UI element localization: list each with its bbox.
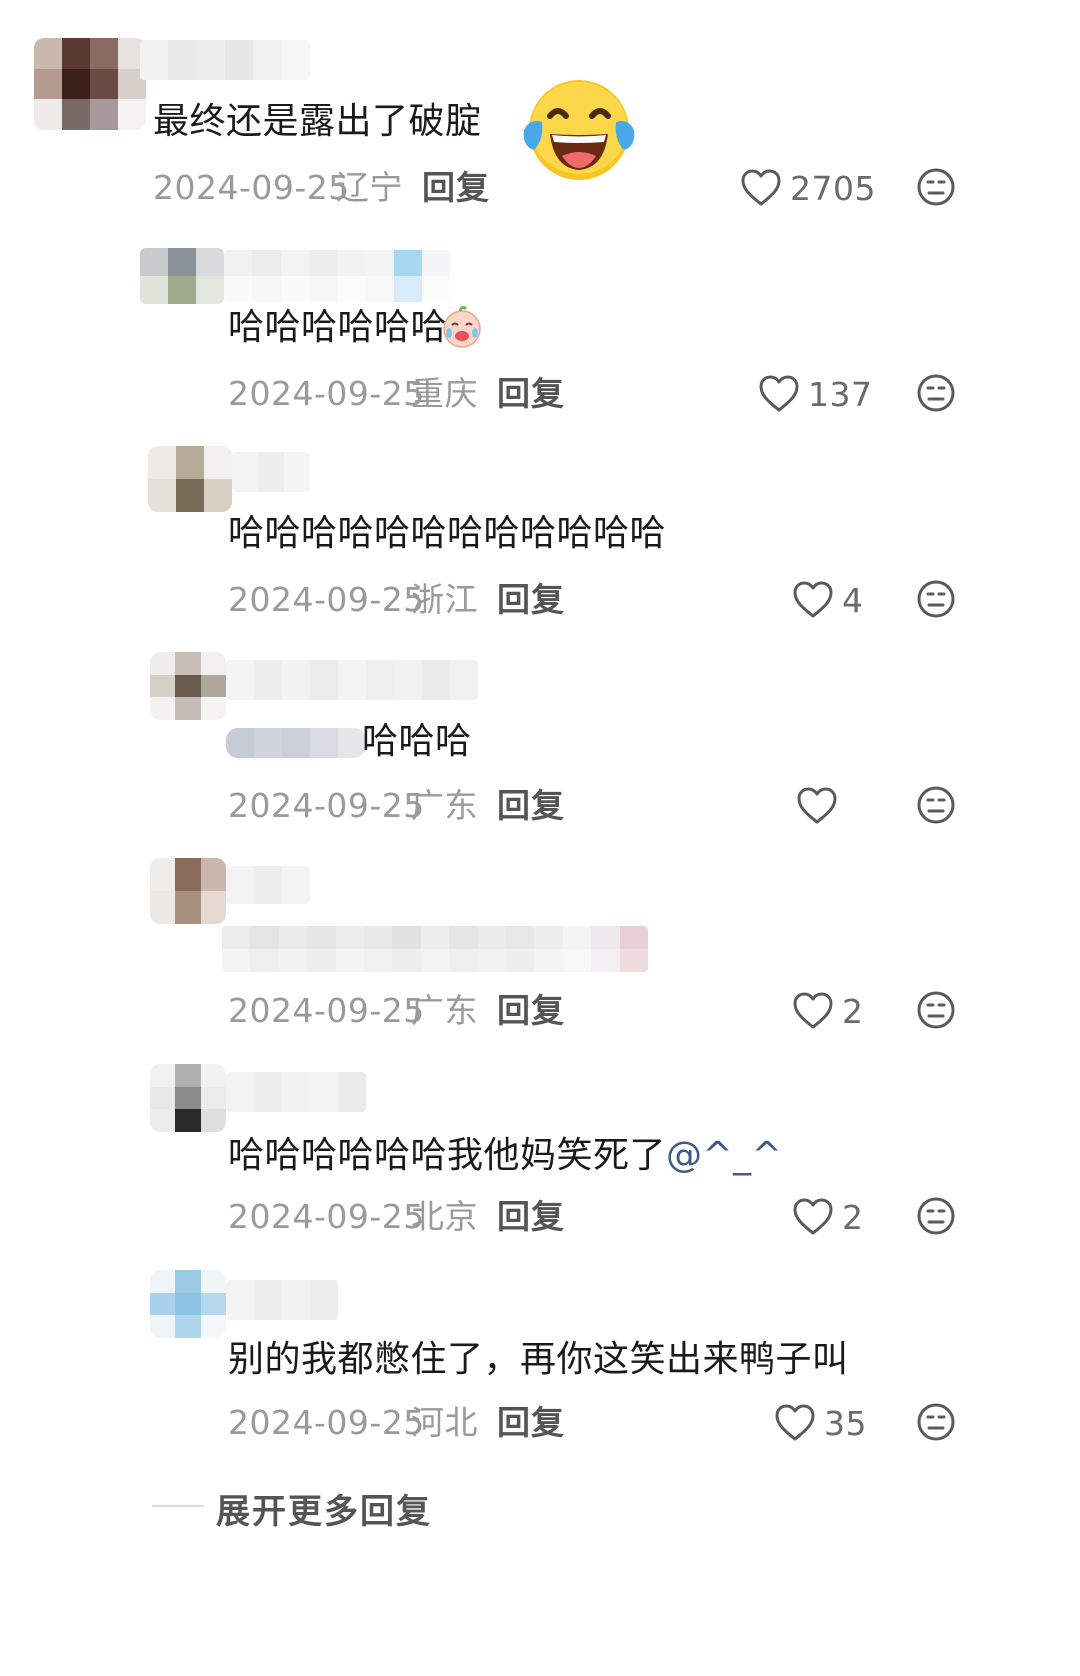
avatar[interactable] — [150, 1270, 226, 1338]
heart-outline-icon — [792, 1197, 834, 1237]
heart-outline-icon — [796, 786, 838, 826]
avatar[interactable] — [140, 248, 224, 304]
like-button[interactable]: 2705 — [740, 166, 876, 210]
like-count: 2 — [842, 991, 864, 1031]
avatar[interactable] — [150, 858, 226, 924]
meh-face-icon[interactable] — [916, 785, 956, 825]
comment-text: 最终还是露出了破腚 — [153, 101, 482, 142]
like-button[interactable] — [796, 784, 846, 828]
reply-button[interactable]: 回复 — [497, 1197, 565, 1237]
avatar[interactable] — [34, 38, 146, 130]
like-count: 2705 — [790, 168, 876, 208]
meh-face-icon[interactable] — [916, 1402, 956, 1442]
meh-face-icon[interactable] — [916, 373, 956, 413]
username-blurred[interactable] — [224, 250, 450, 302]
reply-date: 2024-09-25 — [228, 374, 425, 413]
mention-blurred[interactable] — [226, 728, 366, 758]
expand-more-replies-button[interactable]: 展开更多回复 — [216, 1484, 432, 1533]
reply-date: 2024-09-25 — [228, 1197, 425, 1236]
reply-location: 广东 — [411, 991, 478, 1030]
crying-baby-emoji-icon — [440, 305, 484, 349]
meh-face-icon[interactable] — [916, 1196, 956, 1236]
avatar[interactable] — [148, 446, 232, 512]
tears-of-joy-emoji-icon — [520, 78, 638, 184]
like-button[interactable]: 4 — [792, 578, 864, 622]
reply-button[interactable]: 回复 — [422, 168, 490, 208]
like-button[interactable]: 2 — [792, 989, 864, 1033]
like-button[interactable]: 2 — [792, 1195, 864, 1239]
reply-location: 河北 — [411, 1403, 478, 1442]
reply-text: 哈哈哈哈哈哈哈哈哈哈哈哈 — [228, 513, 667, 554]
like-button[interactable]: 35 — [774, 1401, 867, 1445]
like-count: 2 — [842, 1197, 864, 1237]
reply-text: 哈哈哈 — [362, 721, 472, 762]
meh-face-icon[interactable] — [916, 579, 956, 619]
reply-date: 2024-09-25 — [228, 1403, 425, 1442]
heart-outline-icon — [774, 1403, 816, 1443]
reply-button[interactable]: 回复 — [497, 786, 565, 826]
reply-button[interactable]: 回复 — [497, 580, 565, 620]
heart-outline-icon — [792, 991, 834, 1031]
reply-text: 别的我都憋住了，再你这笑出来鸭子叫 — [228, 1339, 849, 1380]
like-count: 137 — [808, 374, 873, 414]
reply-text-blurred — [222, 926, 648, 972]
username-blurred[interactable] — [226, 660, 478, 700]
comment-location: 辽宁 — [336, 168, 403, 207]
heart-outline-icon — [758, 374, 800, 414]
mention-link[interactable]: @^_^ — [666, 1135, 782, 1176]
username-blurred[interactable] — [226, 1280, 338, 1320]
heart-outline-icon — [792, 580, 834, 620]
reply-location: 重庆 — [411, 374, 478, 413]
reply-text: 哈哈哈哈哈哈 — [228, 307, 448, 348]
like-count: 4 — [842, 580, 864, 620]
reply-location: 北京 — [411, 1197, 478, 1236]
reply-text-body: 哈哈哈哈哈哈我他妈笑死了 — [228, 1135, 667, 1176]
like-button[interactable]: 137 — [758, 372, 873, 416]
reply-location: 广东 — [411, 786, 478, 825]
comment-date: 2024-09-25 — [153, 168, 350, 207]
username-blurred[interactable] — [226, 1072, 366, 1112]
username-blurred[interactable] — [140, 40, 310, 80]
like-count: 35 — [824, 1403, 867, 1443]
reply-date: 2024-09-25 — [228, 580, 425, 619]
reply-text: 哈哈哈哈哈哈我他妈笑死了@^_^ — [228, 1134, 782, 1178]
reply-date: 2024-09-25 — [228, 786, 425, 825]
expand-divider — [152, 1505, 204, 1507]
reply-button[interactable]: 回复 — [497, 374, 565, 414]
username-blurred[interactable] — [226, 866, 310, 904]
reply-button[interactable]: 回复 — [497, 1403, 565, 1443]
heart-outline-icon — [740, 168, 782, 208]
reply-date: 2024-09-25 — [228, 991, 425, 1030]
meh-face-icon[interactable] — [916, 167, 956, 207]
avatar[interactable] — [150, 1064, 226, 1132]
reply-button[interactable]: 回复 — [497, 991, 565, 1031]
meh-face-icon[interactable] — [916, 990, 956, 1030]
avatar[interactable] — [150, 652, 226, 720]
reply-location: 浙江 — [411, 580, 478, 619]
username-blurred[interactable] — [232, 452, 310, 492]
